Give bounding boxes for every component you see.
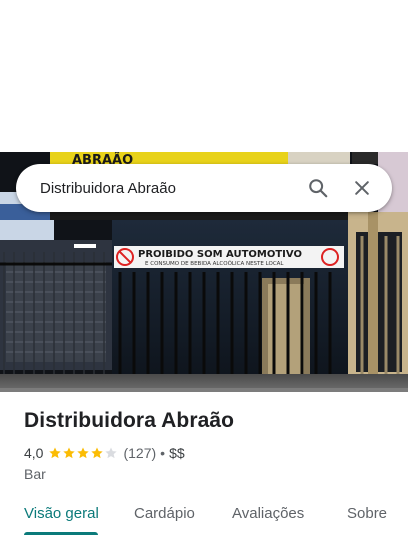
tab-reviews[interactable]: Avaliações xyxy=(232,505,304,522)
search-bar[interactable]: Distribuidora Abraão xyxy=(16,164,392,212)
active-tab-indicator xyxy=(24,532,98,535)
search-icon xyxy=(309,179,328,198)
rating-value: 4,0 xyxy=(24,445,44,461)
search-query-text[interactable]: Distribuidora Abraão xyxy=(40,180,296,197)
tab-overview[interactable]: Visão geral xyxy=(24,505,99,522)
banner-subtitle-text: E CONSUMO DE BEBIDA ALCOÓLICA NESTE LOCA… xyxy=(145,260,284,267)
price-level: $$ xyxy=(169,445,185,461)
clear-search-button[interactable] xyxy=(340,166,384,210)
banner-title-text: PROIBIDO SOM AUTOMOTIVO xyxy=(138,249,302,260)
star-filled-icon xyxy=(77,447,90,459)
star-filled-icon xyxy=(63,447,76,459)
place-screen: ABRAÃO PROIBIDO SOM AUTOMOTIVO E CONSUMO… xyxy=(0,0,408,544)
star-rating xyxy=(48,446,118,460)
search-button[interactable] xyxy=(296,166,340,210)
review-count[interactable]: (127) xyxy=(123,445,156,461)
star-filled-icon xyxy=(49,447,62,459)
separator-dot: • xyxy=(160,445,166,461)
rating-row[interactable]: 4,0 (127) • $$ xyxy=(24,444,185,462)
place-name: Distribuidora Abraão xyxy=(24,409,235,432)
star-empty-icon xyxy=(105,447,118,459)
star-filled-icon xyxy=(91,447,104,459)
close-icon xyxy=(355,181,369,195)
tab-about[interactable]: Sobre xyxy=(347,505,387,522)
place-category[interactable]: Bar xyxy=(24,466,46,482)
place-tabs: Visão geral Cardápio Avaliações Sobre xyxy=(0,494,408,544)
tab-menu[interactable]: Cardápio xyxy=(134,505,195,522)
